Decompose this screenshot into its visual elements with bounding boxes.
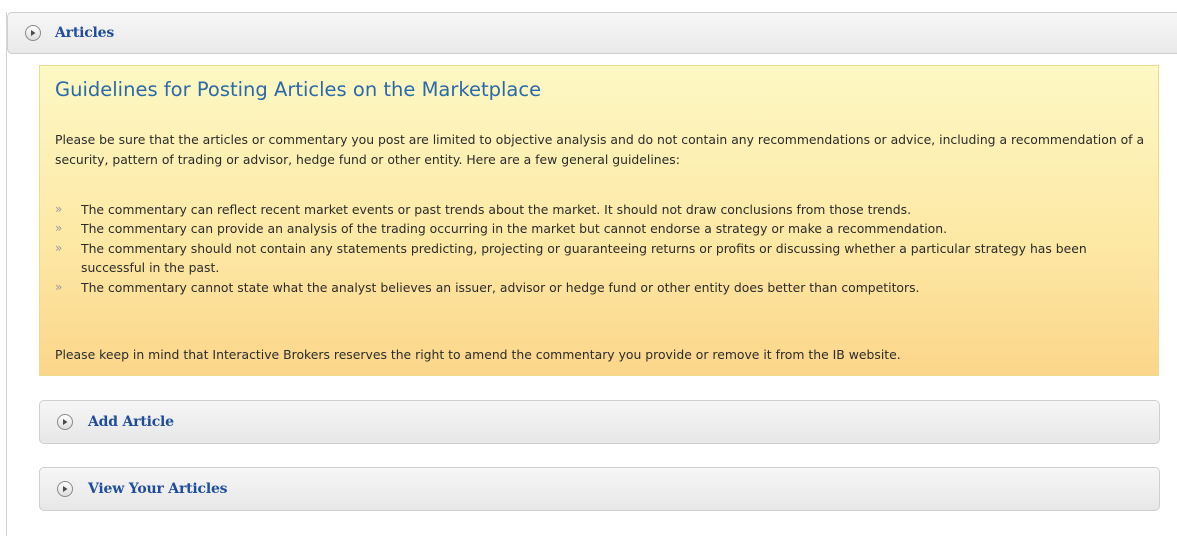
add-article-section[interactable]: Add Article (39, 400, 1160, 444)
guideline-item: » The commentary can provide an analysis… (55, 219, 1150, 238)
bullet-icon: » (55, 202, 63, 216)
articles-section-header[interactable]: Articles (7, 12, 1177, 54)
guideline-item: » The commentary cannot state what the a… (55, 278, 1150, 297)
expand-arrow-icon[interactable] (57, 481, 73, 497)
expand-arrow-icon[interactable] (57, 414, 73, 430)
bullet-icon: » (55, 221, 63, 236)
bullet-icon: » (55, 240, 63, 255)
view-your-articles-section[interactable]: View Your Articles (39, 467, 1160, 511)
add-article-label: Add Article (88, 414, 174, 430)
guidelines-notice: Guidelines for Posting Articles on the M… (39, 65, 1159, 376)
guideline-item: » The commentary can reflect recent mark… (55, 200, 1150, 219)
guideline-text: The commentary can provide an analysis o… (81, 221, 948, 237)
guideline-text: The commentary can reflect recent market… (81, 202, 912, 217)
expand-arrow-icon[interactable] (25, 25, 41, 41)
view-your-articles-label: View Your Articles (88, 481, 228, 497)
articles-section-title: Articles (55, 25, 115, 41)
guidelines-title: Guidelines for Posting Articles on the M… (55, 78, 542, 101)
bullet-icon: » (55, 279, 63, 294)
articles-panel: Articles Guidelines for Posting Articles… (6, 12, 1177, 536)
guidelines-intro: Please be sure that the articles or comm… (55, 132, 1145, 167)
guideline-item: » The commentary should not contain any … (55, 239, 1150, 278)
guideline-text: The commentary cannot state what the ana… (81, 279, 920, 295)
guidelines-list: » The commentary can reflect recent mark… (55, 200, 1150, 297)
guidelines-note: Please keep in mind that Interactive Bro… (55, 347, 901, 362)
guideline-text: The commentary should not contain any st… (81, 240, 1087, 276)
